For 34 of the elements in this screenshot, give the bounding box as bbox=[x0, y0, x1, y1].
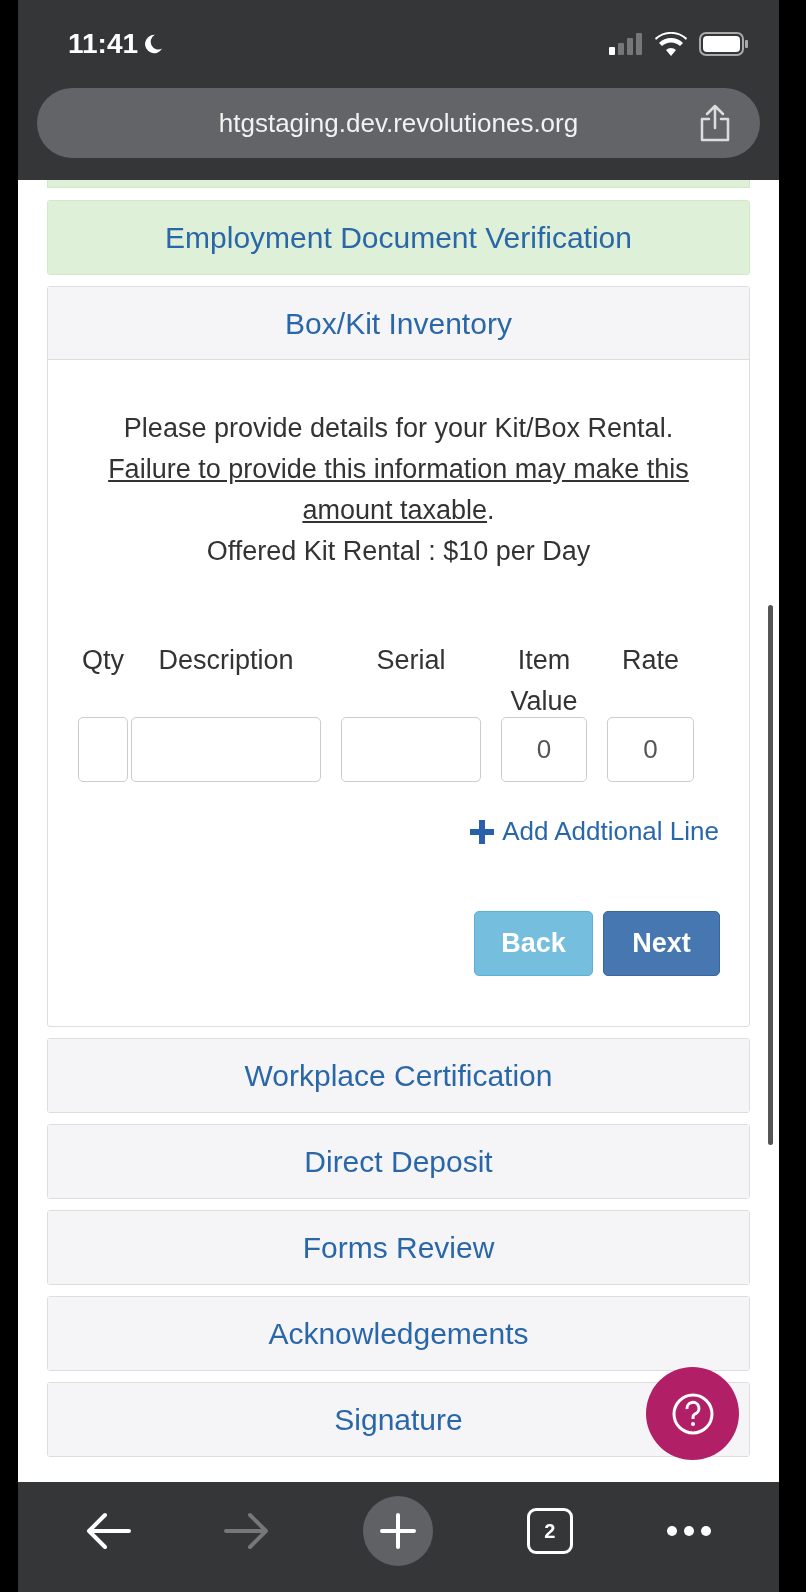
url-text: htgstaging.dev.revolutiones.org bbox=[217, 106, 580, 140]
more-icon[interactable] bbox=[666, 1525, 713, 1537]
section-header[interactable]: Direct Deposit bbox=[48, 1125, 749, 1198]
section-header[interactable]: Employment Document Verification bbox=[48, 201, 749, 274]
section-header[interactable]: Forms Review bbox=[48, 1211, 749, 1284]
share-icon[interactable] bbox=[698, 104, 732, 142]
warning-text: Failure to provide this information may make this amount taxable. bbox=[107, 453, 690, 527]
back-arrow-icon[interactable] bbox=[84, 1511, 131, 1551]
table-input[interactable] bbox=[78, 717, 128, 782]
tabs-button[interactable]: 2 bbox=[526, 1508, 573, 1554]
column-header: Description bbox=[158, 644, 294, 677]
column-header: Rate bbox=[621, 644, 679, 677]
column-header: Serial bbox=[376, 644, 446, 677]
question-icon bbox=[670, 1391, 715, 1436]
section-header[interactable]: Box/Kit Inventory bbox=[48, 287, 749, 360]
table-input[interactable]: 0 bbox=[607, 717, 694, 782]
intro-text: Please provide details for your Kit/Box Rental. bbox=[123, 412, 674, 445]
offer-text: Offered Kit Rental : $10 per Day bbox=[206, 535, 591, 568]
section-header[interactable]: Workplace Certification bbox=[48, 1039, 749, 1112]
wifi-icon bbox=[655, 32, 687, 56]
plus-icon bbox=[470, 819, 495, 844]
clock-time: 11:41 bbox=[68, 27, 139, 61]
table-input[interactable] bbox=[341, 717, 481, 782]
column-header: Qty bbox=[82, 644, 124, 677]
column-header: Item Value bbox=[509, 644, 579, 717]
add-line-link[interactable]: Add Addtional Line bbox=[470, 812, 719, 851]
section-header[interactable]: Acknowledgements bbox=[48, 1297, 749, 1370]
table-input[interactable]: 0 bbox=[501, 717, 587, 782]
address-bar[interactable]: htgstaging.dev.revolutiones.org bbox=[37, 88, 760, 158]
next-button[interactable]: Next bbox=[603, 911, 720, 976]
battery-icon bbox=[699, 32, 749, 56]
table-input[interactable] bbox=[131, 717, 321, 782]
plus-icon bbox=[380, 1513, 417, 1549]
signal-icon bbox=[609, 33, 643, 55]
